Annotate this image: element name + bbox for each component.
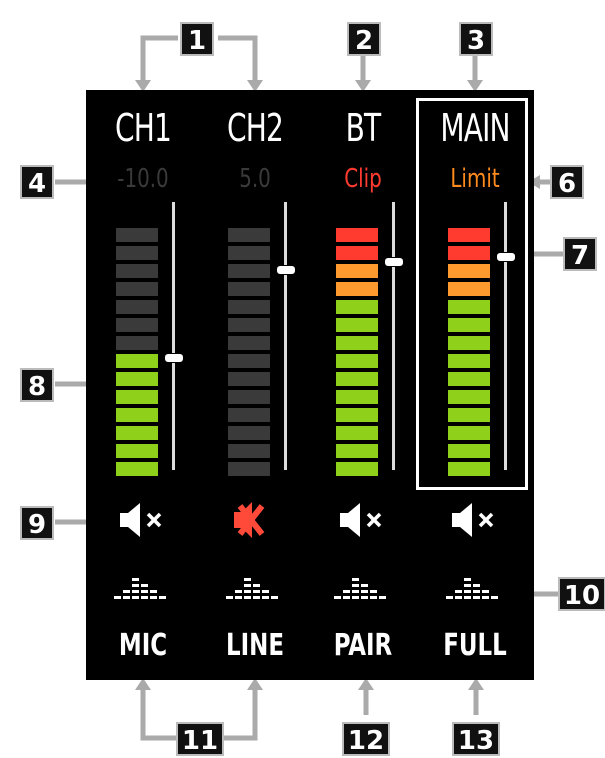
meter-segment [336,408,378,422]
meter-segment [228,318,270,332]
callout-7: 7 [563,237,597,271]
meter-segment [448,372,490,386]
channel-name-ch1: CH1 [114,106,172,150]
channel-name-main: MAIN [440,106,510,150]
meter-segment [228,372,270,386]
meter-segment [116,300,158,314]
fader-track[interactable] [392,202,395,470]
channel-mode-line[interactable]: LINE [208,628,302,663]
meter-segment [228,390,270,404]
channel-gain-main: Limit [450,164,500,194]
meter-segment [336,318,378,332]
mute-active-icon[interactable] [226,498,286,542]
meter-segment [116,462,158,476]
meter-segment [448,426,490,440]
meter-segment [116,372,158,386]
fader-track[interactable] [504,202,507,470]
callout-2: 2 [347,22,381,56]
meter-segment [336,444,378,458]
meter-segment [228,426,270,440]
channel-name-bt: BT [345,106,382,150]
meter-segment [336,228,378,242]
meter-segment [116,354,158,368]
callout-13: 13 [452,722,500,756]
meter-segment [228,462,270,476]
meter-segment [336,390,378,404]
fader-knob[interactable] [276,265,296,275]
callout-1: 1 [180,22,214,56]
meter-segment [228,444,270,458]
eq-icon[interactable] [444,564,504,604]
mixer-screen: CH1 -10.0 MIC CH2 5.0 LINE BT Clip PAIR MAIN Limit… [86,90,534,680]
meter-segment [448,318,490,332]
meter-segment [116,444,158,458]
meter-segment [228,300,270,314]
callout-9: 9 [20,506,54,540]
meter-segment [336,246,378,260]
channel-name-ch2: CH2 [226,106,284,150]
fader-track[interactable] [172,202,175,470]
meter-segment [336,264,378,278]
meter-segment [448,336,490,350]
meter-segment [228,228,270,242]
meter-segment [228,282,270,296]
channel-mode-mic[interactable]: MIC [96,628,190,663]
meter-segment [228,246,270,260]
meter-segment [336,336,378,350]
meter-segment [336,426,378,440]
fader-knob[interactable] [496,251,516,262]
channel-mode-full[interactable]: FULL [428,628,522,663]
meter-segment [448,354,490,368]
meter-segment [448,300,490,314]
meter-segment [116,408,158,422]
meter-segment [448,390,490,404]
meter-segment [116,246,158,260]
meter-segment [448,462,490,476]
fader-knob[interactable] [164,353,184,364]
meter-segment [336,462,378,476]
callout-12: 12 [342,722,390,756]
eq-icon[interactable] [224,564,284,604]
fader-knob[interactable] [384,256,404,267]
meter-segment [448,282,490,296]
channel-gain-ch2: 5.0 [239,164,271,194]
callout-6: 6 [550,165,584,199]
callout-11: 11 [176,722,224,756]
meter-segment [448,264,490,278]
eq-icon[interactable] [112,564,172,604]
meter-segment [228,336,270,350]
meter-segment [228,264,270,278]
meter-segment [116,228,158,242]
channel-mode-pair[interactable]: PAIR [316,628,410,663]
channel-gain-ch1: -10.0 [117,164,169,194]
meter-segment [228,408,270,422]
callout-10: 10 [558,577,605,611]
fader-track[interactable] [284,202,287,470]
meter-segment [228,354,270,368]
callout-3: 3 [459,22,493,56]
meter-segment [336,300,378,314]
meter-segment [116,426,158,440]
callout-4: 4 [20,165,54,199]
meter-segment [116,336,158,350]
meter-segment [116,264,158,278]
meter-segment [448,228,490,242]
meter-segment [448,444,490,458]
callout-8: 8 [20,368,54,402]
meter-segment [116,390,158,404]
speaker-mute-icon[interactable] [334,498,394,542]
meter-segment [116,318,158,332]
speaker-mute-icon[interactable] [446,498,506,542]
meter-segment [336,372,378,386]
meter-segment [336,282,378,296]
meter-segment [448,246,490,260]
meter-segment [448,408,490,422]
speaker-mute-icon[interactable] [114,498,174,542]
meter-segment [116,282,158,296]
channel-gain-bt: Clip [344,164,382,194]
meter-segment [336,354,378,368]
eq-icon[interactable] [332,564,392,604]
